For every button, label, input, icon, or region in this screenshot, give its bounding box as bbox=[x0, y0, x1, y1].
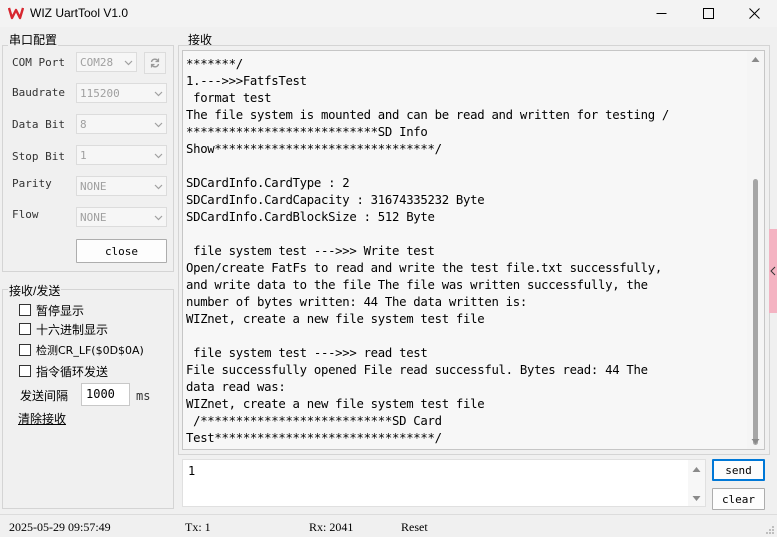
status-bar: 2025-05-29 09:57:49 Tx: 1 Rx: 2041 Reset bbox=[0, 514, 777, 537]
send-interval-input[interactable]: 1000 bbox=[81, 383, 130, 406]
refresh-ports-button[interactable] bbox=[144, 52, 166, 74]
wiz-logo-icon bbox=[8, 7, 24, 20]
data-bit-label: Data Bit bbox=[12, 118, 65, 131]
clear-receive-link[interactable]: 清除接收 bbox=[18, 410, 66, 427]
chevron-down-icon bbox=[154, 153, 163, 159]
close-window-button[interactable] bbox=[731, 0, 777, 27]
parity-select[interactable]: NONE bbox=[76, 176, 167, 196]
hex-display-checkbox[interactable] bbox=[19, 323, 31, 335]
chevron-down-icon bbox=[124, 60, 133, 66]
status-tx-count: Tx: 1 bbox=[185, 520, 211, 534]
close-icon bbox=[748, 8, 760, 19]
status-reset-button[interactable]: Reset bbox=[401, 520, 428, 535]
data-bit-value: 8 bbox=[80, 118, 87, 131]
com-port-select[interactable]: COM28 bbox=[76, 52, 137, 72]
parity-value: NONE bbox=[80, 180, 107, 193]
scroll-down-icon bbox=[751, 439, 760, 444]
receive-scroll-thumb[interactable] bbox=[753, 179, 758, 445]
pause-display-label: 暂停显示 bbox=[36, 304, 85, 318]
baudrate-label: Baudrate bbox=[12, 86, 65, 99]
window-title: WIZ UartTool V1.0 bbox=[30, 6, 129, 20]
chevron-down-icon bbox=[154, 122, 163, 128]
chevron-down-icon bbox=[154, 91, 163, 97]
stop-bit-label: Stop Bit bbox=[12, 150, 65, 163]
receive-scrollbar[interactable] bbox=[747, 51, 764, 449]
scroll-down-icon bbox=[692, 496, 701, 501]
minimize-icon bbox=[656, 13, 666, 14]
chevron-down-icon bbox=[154, 184, 163, 190]
com-port-value: COM28 bbox=[80, 56, 114, 69]
send-scrollbar[interactable] bbox=[688, 460, 705, 506]
detect-crlf-label: 检测CR_LF($0D$0A) bbox=[36, 344, 144, 357]
clear-send-button[interactable]: clear bbox=[712, 488, 765, 510]
stop-bit-value: 1 bbox=[80, 149, 87, 162]
send-input[interactable]: 1 bbox=[182, 459, 706, 507]
receive-text: *******/ 1.--->>>FatfsTest format test T… bbox=[186, 57, 670, 445]
close-port-button[interactable]: close bbox=[76, 239, 167, 263]
flow-select[interactable]: NONE bbox=[76, 207, 167, 227]
scroll-up-icon bbox=[751, 57, 760, 62]
refresh-icon bbox=[150, 58, 160, 68]
chevron-left-icon bbox=[770, 266, 776, 276]
send-interval-unit: ms bbox=[136, 389, 151, 403]
parity-label: Parity bbox=[12, 177, 52, 190]
chevron-down-icon bbox=[154, 215, 163, 221]
send-interval-label: 发送间隔 bbox=[20, 389, 69, 403]
receive-textarea[interactable]: *******/ 1.--->>>FatfsTest format test T… bbox=[182, 50, 765, 450]
status-datetime: 2025-05-29 09:57:49 bbox=[9, 520, 111, 534]
detect-crlf-checkbox[interactable] bbox=[19, 344, 31, 356]
scroll-up-icon bbox=[692, 467, 701, 472]
baudrate-select[interactable]: 115200 bbox=[76, 83, 167, 103]
send-input-value: 1 bbox=[188, 464, 196, 478]
maximize-button[interactable] bbox=[685, 0, 731, 27]
loop-send-label: 指令循环发送 bbox=[36, 365, 109, 379]
side-panel-toggle[interactable] bbox=[769, 229, 777, 313]
resize-grip-icon[interactable] bbox=[765, 525, 775, 535]
baudrate-value: 115200 bbox=[80, 87, 120, 100]
pause-display-checkbox[interactable] bbox=[19, 304, 31, 316]
rx-tx-options-title: 接收/发送 bbox=[8, 282, 62, 299]
stop-bit-select[interactable]: 1 bbox=[76, 145, 167, 165]
minimize-button[interactable] bbox=[638, 0, 684, 27]
flow-value: NONE bbox=[80, 211, 107, 224]
flow-label: Flow bbox=[12, 208, 39, 221]
data-bit-select[interactable]: 8 bbox=[76, 114, 167, 134]
send-button[interactable]: send bbox=[712, 459, 765, 481]
title-bar[interactable]: WIZ UartTool V1.0 bbox=[0, 0, 777, 27]
status-rx-count: Rx: 2041 bbox=[309, 520, 354, 534]
maximize-icon bbox=[702, 8, 714, 19]
loop-send-checkbox[interactable] bbox=[19, 365, 31, 377]
serial-config-title: 串口配置 bbox=[8, 31, 59, 48]
hex-display-label: 十六进制显示 bbox=[36, 323, 109, 337]
com-port-label: COM Port bbox=[12, 56, 65, 69]
